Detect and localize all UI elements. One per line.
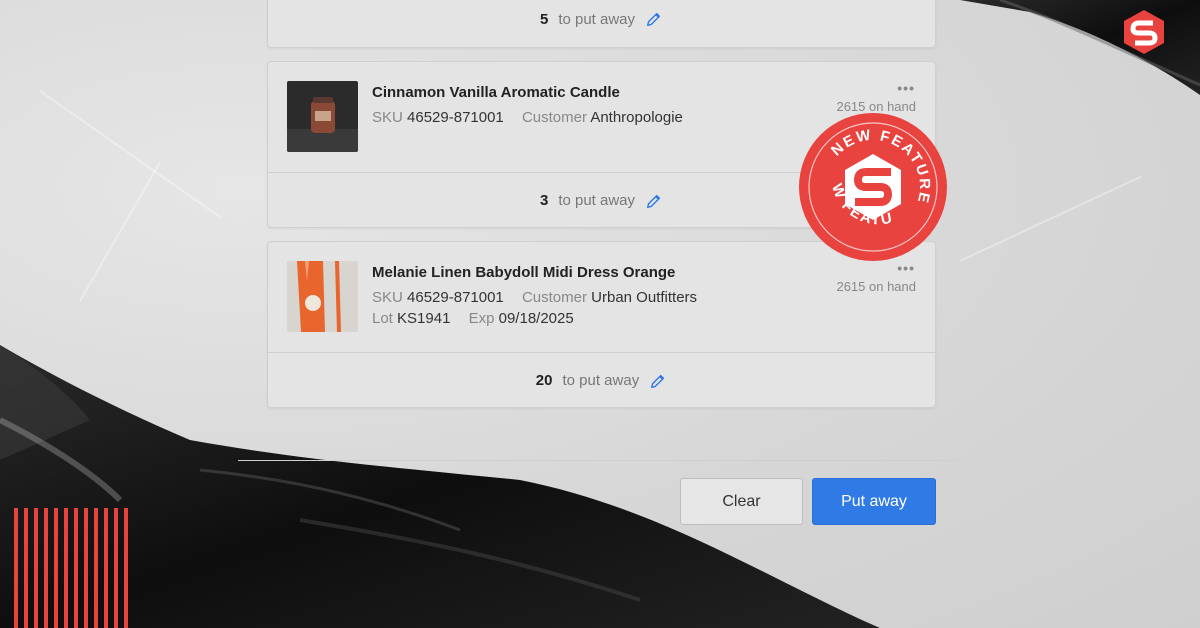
new-feature-badge: NEW FEATURE NEW FEATURE (798, 112, 948, 261)
customer-value: Anthropologie (590, 109, 683, 126)
more-icon[interactable]: ••• (897, 80, 915, 96)
sku-value: 46529-871001 (407, 109, 504, 126)
product-meta: SKU 46529-871001 Customer Urban Outfitte… (372, 289, 697, 306)
lot-value: KS1941 (397, 310, 451, 327)
quantity-value: 3 (539, 192, 549, 209)
quantity-row: 5 to put away (268, 0, 935, 47)
product-image-candle (287, 81, 358, 152)
product-image-dress (287, 261, 358, 332)
exp-value: 09/18/2025 (498, 310, 574, 327)
quantity-label: to put away (558, 10, 636, 28)
exp-label: Exp (468, 310, 495, 327)
on-hand-count: 2615 on hand (836, 279, 916, 294)
clear-button[interactable]: Clear (680, 478, 803, 525)
put-away-item-card: Melanie Linen Babydoll Midi Dress Orange… (267, 241, 936, 408)
quantity-label: to put away (558, 192, 636, 209)
shipbob-logo-icon (1124, 10, 1164, 54)
product-title: Cinnamon Vanilla Aromatic Candle (372, 84, 620, 101)
lot-label: Lot (372, 310, 393, 327)
sku-label: SKU (372, 289, 403, 306)
product-lot-meta: Lot KS1941 Exp 09/18/2025 (372, 310, 574, 327)
pencil-icon[interactable] (645, 10, 663, 28)
sku-value: 46529-871001 (407, 289, 504, 306)
quantity-label: to put away (562, 372, 640, 389)
pencil-icon[interactable] (649, 372, 667, 390)
put-away-button[interactable]: Put away (812, 478, 936, 525)
product-meta: SKU 46529-871001 Customer Anthropologie (372, 109, 683, 126)
quantity-row: 20 to put away (268, 353, 935, 408)
sku-label: SKU (372, 109, 403, 126)
customer-label: Customer (521, 109, 587, 126)
pencil-icon[interactable] (645, 192, 663, 210)
quantity-value: 5 (539, 10, 549, 28)
barcode-decoration (14, 508, 128, 628)
customer-label: Customer (521, 289, 587, 306)
put-away-item-card: 5 to put away (267, 0, 936, 48)
product-title: Melanie Linen Babydoll Midi Dress Orange (372, 264, 676, 281)
more-icon[interactable]: ••• (897, 260, 915, 276)
section-divider (238, 460, 960, 461)
quantity-value: 20 (535, 372, 553, 389)
customer-value: Urban Outfitters (591, 289, 698, 306)
